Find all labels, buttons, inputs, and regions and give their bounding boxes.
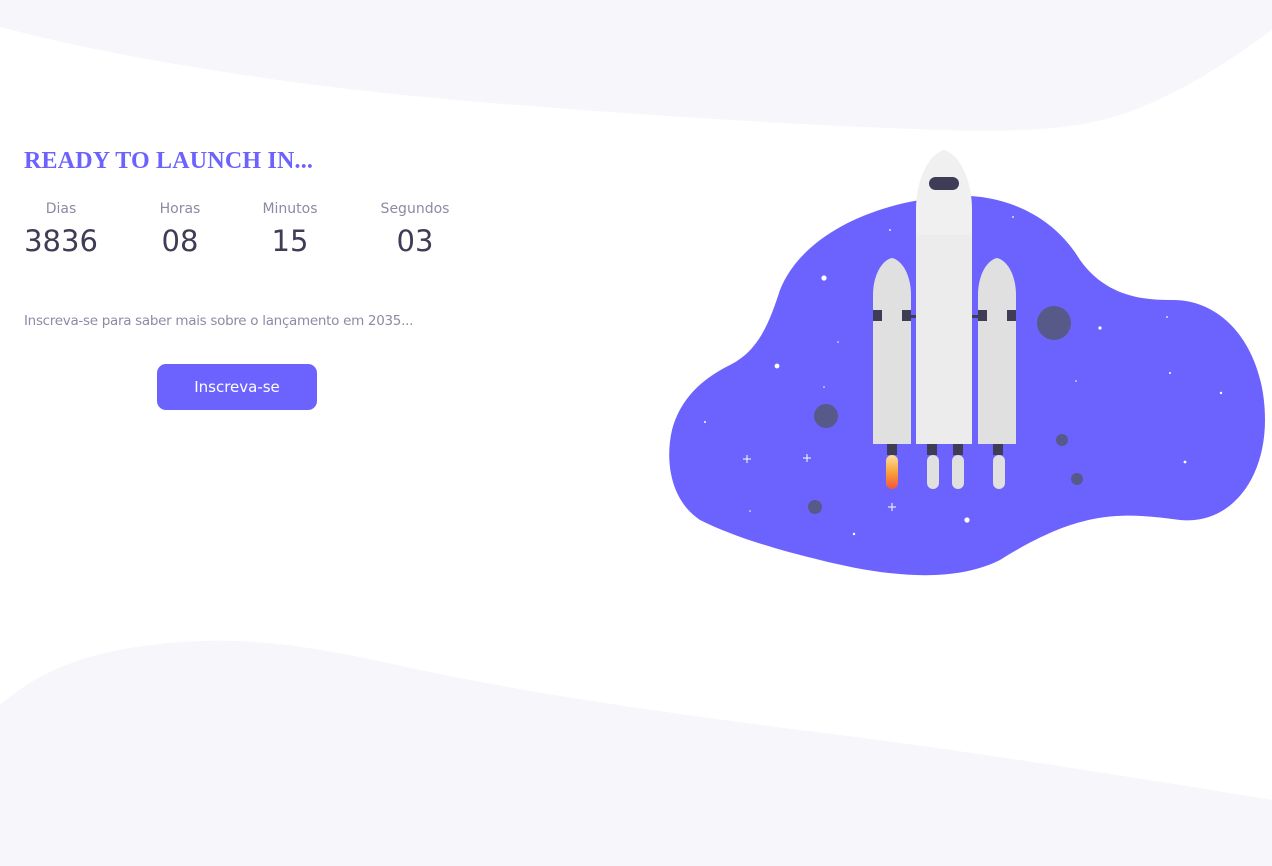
seconds-value: 03 bbox=[396, 224, 434, 258]
launch-headline: READY TO LAUNCH IN... bbox=[24, 148, 314, 174]
countdown-timer: Dias 3836 Horas 08 Minutos 15 Segundos 0… bbox=[24, 200, 454, 262]
rocket-launch-icon bbox=[669, 150, 1265, 576]
engine-flame bbox=[886, 455, 898, 489]
left-booster bbox=[873, 258, 911, 455]
countdown-days: Dias 3836 bbox=[24, 200, 98, 258]
subscribe-description: Inscreva-se para saber mais sobre o lanç… bbox=[24, 313, 414, 329]
days-value: 3836 bbox=[24, 224, 98, 258]
planet bbox=[1071, 473, 1083, 485]
booster-connector bbox=[972, 315, 978, 318]
minutes-label: Minutos bbox=[262, 201, 318, 217]
rocket-window bbox=[929, 177, 959, 190]
rocket-main-body bbox=[916, 150, 972, 455]
planet bbox=[1037, 306, 1071, 340]
planet bbox=[814, 404, 838, 428]
countdown-seconds: Segundos 03 bbox=[381, 200, 450, 258]
hours-label: Horas bbox=[159, 201, 201, 217]
seconds-label: Segundos bbox=[380, 201, 450, 217]
hours-value: 08 bbox=[161, 224, 199, 258]
bottom-wave-background bbox=[0, 640, 1272, 866]
subscribe-button[interactable]: Inscreva-se bbox=[157, 364, 317, 410]
minutes-value: 15 bbox=[271, 224, 309, 258]
countdown-minutes: Minutos 15 bbox=[262, 200, 317, 258]
countdown-hours: Horas 08 bbox=[160, 200, 201, 258]
right-booster bbox=[978, 258, 1016, 455]
days-label: Dias bbox=[45, 201, 77, 217]
coming-soon-page: READY TO LAUNCH IN... Dias 3836 Horas 08… bbox=[0, 0, 1272, 866]
planet bbox=[808, 500, 822, 514]
top-wave-background bbox=[0, 0, 1272, 131]
planet bbox=[1056, 434, 1068, 446]
